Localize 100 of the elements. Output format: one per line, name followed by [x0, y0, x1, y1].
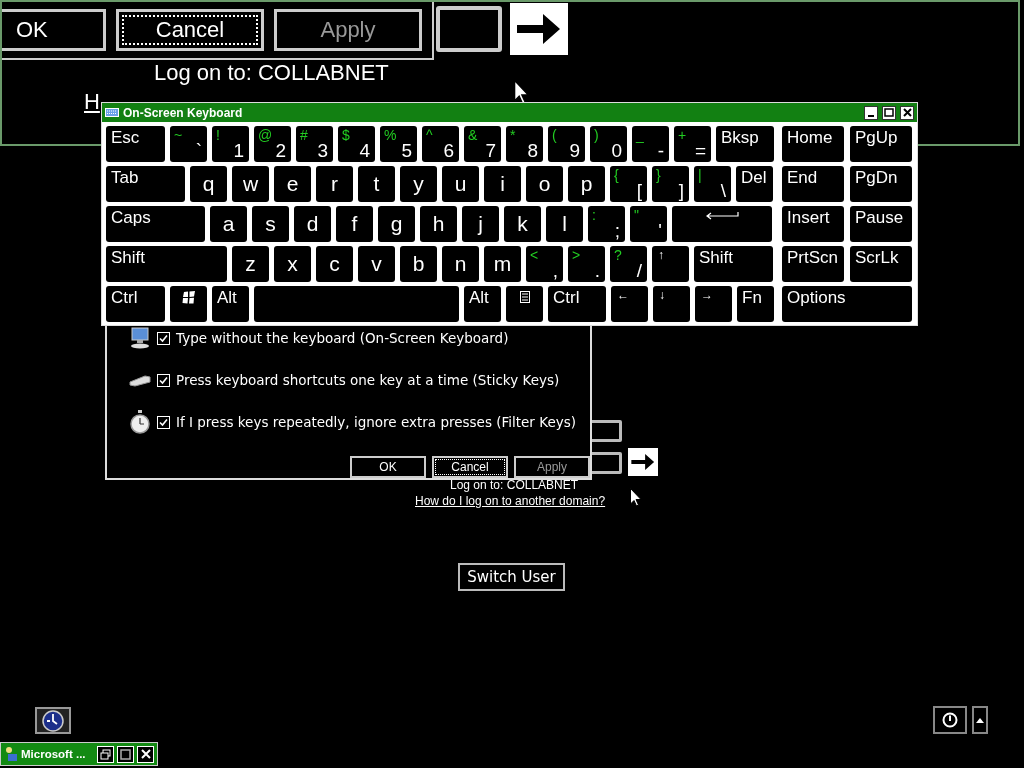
keyboard-key[interactable]: y: [400, 166, 437, 202]
keyboard-key[interactable]: ^ 6: [422, 126, 459, 162]
keyboard-key[interactable]: % 5: [380, 126, 417, 162]
keyboard-key[interactable]: $ 4: [338, 126, 375, 162]
submit-button[interactable]: [628, 448, 658, 476]
keyboard-key[interactable]: Shift: [694, 246, 773, 282]
keyboard-key[interactable]: } ]: [652, 166, 689, 202]
keyboard-key[interactable]: m: [484, 246, 521, 282]
magnified-submit-button[interactable]: [510, 3, 568, 55]
keyboard-key[interactable]: Home: [782, 126, 844, 162]
dialog-button[interactable]: Cancel: [116, 9, 264, 51]
domain-help-link[interactable]: H: [84, 89, 100, 115]
keyboard-key[interactable]: p: [568, 166, 605, 202]
shutdown-options-button[interactable]: [972, 706, 988, 734]
keyboard-key[interactable]: : ;: [588, 206, 625, 242]
keyboard-key[interactable]: l: [546, 206, 583, 242]
restore-icon: [100, 748, 111, 760]
cursor-icon: [630, 488, 642, 507]
keyboard-key[interactable]: End: [782, 166, 844, 202]
ease-of-access-button[interactable]: [35, 707, 71, 734]
stopwatch-icon: [129, 410, 151, 434]
menu-key[interactable]: [506, 286, 543, 322]
keyboard-key[interactable]: ScrLk: [850, 246, 912, 282]
keyboard-key[interactable]: q: [190, 166, 227, 202]
keyboard-key[interactable]: o: [526, 166, 563, 202]
keyboard-key[interactable]: | \: [694, 166, 731, 202]
enter-key[interactable]: [672, 206, 772, 242]
keyboard-key[interactable]: Del: [736, 166, 773, 202]
keyboard-key[interactable]: ! 1: [212, 126, 249, 162]
keyboard-key[interactable]: x: [274, 246, 311, 282]
keyboard-key[interactable]: h: [420, 206, 457, 242]
keyboard-key[interactable]: g: [378, 206, 415, 242]
keyboard-key[interactable]: ←: [611, 286, 648, 322]
keyboard-key[interactable]: w: [232, 166, 269, 202]
keyboard-key[interactable]: { [: [610, 166, 647, 202]
keyboard-key[interactable]: f: [336, 206, 373, 242]
keyboard-key[interactable]: s: [252, 206, 289, 242]
keyboard-key[interactable]: Tab: [106, 166, 185, 202]
restore-button[interactable]: [97, 745, 114, 763]
minimize-button[interactable]: [864, 105, 878, 120]
keyboard-key[interactable]: Shift: [106, 246, 227, 282]
keyboard-key[interactable]: u: [442, 166, 479, 202]
keyboard-key[interactable]: PgUp: [850, 126, 912, 162]
keyboard-key[interactable]: j: [462, 206, 499, 242]
keyboard-key[interactable]: i: [484, 166, 521, 202]
keyboard-key[interactable]: a: [210, 206, 247, 242]
keyboard-key[interactable]: Ctrl: [548, 286, 606, 322]
keyboard-key[interactable]: Options: [782, 286, 912, 322]
keyboard-key[interactable]: b: [400, 246, 437, 282]
keyboard-key[interactable]: Bksp: [716, 126, 774, 162]
keyboard-key[interactable]: t: [358, 166, 395, 202]
keyboard-key[interactable]: < ,: [526, 246, 563, 282]
keyboard-key[interactable]: @ 2: [254, 126, 291, 162]
keyboard-key[interactable]: & 7: [464, 126, 501, 162]
dialog-button[interactable]: OK: [2, 9, 106, 51]
switch-user-button[interactable]: Switch User: [458, 563, 565, 591]
keyboard-key[interactable]: ? /: [610, 246, 647, 282]
keyboard-key[interactable]: Caps: [106, 206, 205, 242]
keyboard-key[interactable]: ↑: [652, 246, 689, 282]
keyboard-key[interactable]: n: [442, 246, 479, 282]
keyboard-key[interactable]: Ctrl: [106, 286, 165, 322]
keyboard-key[interactable]: # 3: [296, 126, 333, 162]
keyboard-key[interactable]: Fn: [737, 286, 774, 322]
taskbar-window-button[interactable]: Microsoft ...: [0, 742, 158, 766]
keyboard-key[interactable]: > .: [568, 246, 605, 282]
keyboard-key[interactable]: + =: [674, 126, 711, 162]
keyboard-key[interactable]: k: [504, 206, 541, 242]
keyboard-key[interactable]: Esc: [106, 126, 165, 162]
dialog-button[interactable]: OK: [350, 456, 426, 478]
checkbox[interactable]: [157, 331, 170, 345]
keyboard-key[interactable]: v: [358, 246, 395, 282]
shutdown-button[interactable]: [933, 706, 967, 734]
keyboard-key[interactable]: →: [695, 286, 732, 322]
keyboard-key[interactable]: PgDn: [850, 166, 912, 202]
keyboard-key[interactable]: e: [274, 166, 311, 202]
domain-help-link[interactable]: How do I log on to another domain?: [415, 494, 606, 508]
keyboard-key[interactable]: Pause: [850, 206, 912, 242]
magnified-input-field[interactable]: [436, 6, 502, 52]
keyboard-key[interactable]: PrtScn: [782, 246, 844, 282]
dialog-button[interactable]: Cancel: [432, 456, 508, 478]
checkbox[interactable]: [157, 373, 170, 387]
logon-domain-text: Log on to: COLLABNET: [450, 478, 579, 492]
keyboard-key[interactable]: d: [294, 206, 331, 242]
keyboard-key[interactable]: c: [316, 246, 353, 282]
keyboard-key[interactable]: Alt: [212, 286, 249, 322]
keyboard-key[interactable]: Insert: [782, 206, 844, 242]
keyboard-key[interactable]: " ': [630, 206, 667, 242]
maximize-button[interactable]: [882, 105, 896, 120]
keyboard-key[interactable]: ) 0: [590, 126, 627, 162]
keyboard-key[interactable]: ↓: [653, 286, 690, 322]
keyboard-key[interactable]: ( 9: [548, 126, 585, 162]
close-button[interactable]: [900, 105, 914, 120]
keyboard-key[interactable]: * 8: [506, 126, 543, 162]
keyboard-key[interactable]: z: [232, 246, 269, 282]
checkbox[interactable]: [157, 415, 170, 429]
windows-key[interactable]: [170, 286, 207, 322]
keyboard-key[interactable]: _ -: [632, 126, 669, 162]
keyboard-key[interactable]: ~ `: [170, 126, 207, 162]
keyboard-key[interactable]: Alt: [464, 286, 501, 322]
keyboard-key[interactable]: r: [316, 166, 353, 202]
